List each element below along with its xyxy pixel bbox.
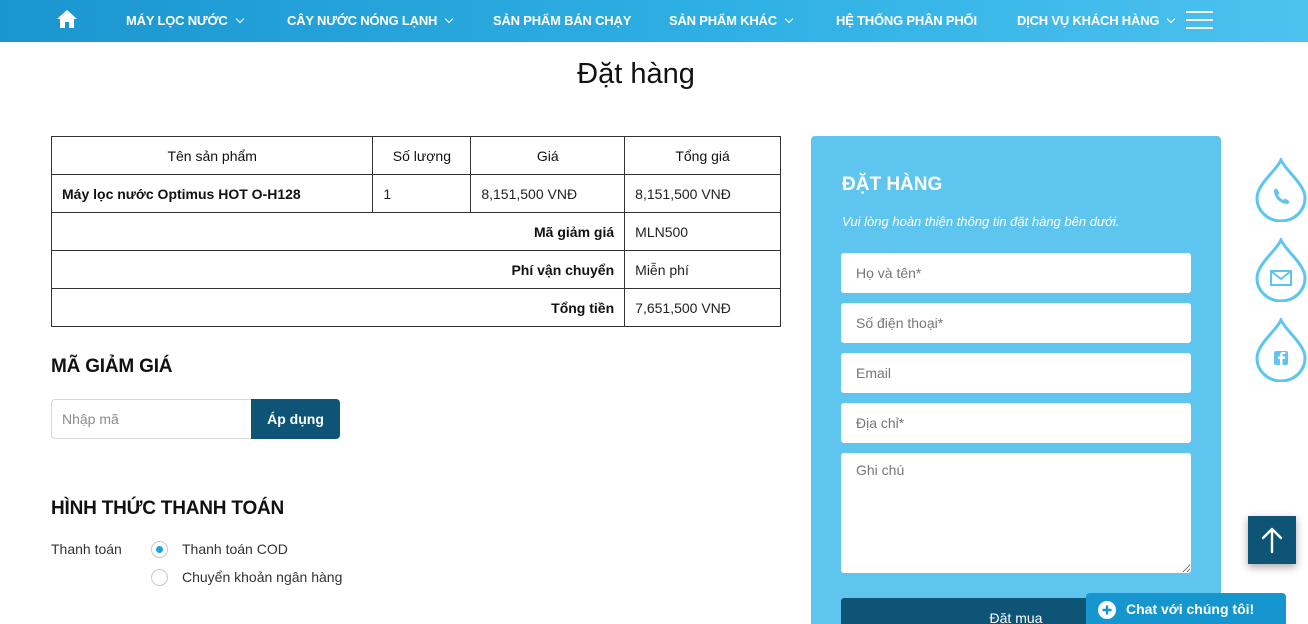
- nav-item-dich-vu-khach-hang[interactable]: DỊCH VỤ KHÁCH HÀNG: [1017, 0, 1176, 42]
- payment-option-label: Thanh toán COD: [182, 541, 288, 557]
- product-price: 8,151,500 VNĐ: [470, 174, 626, 213]
- table-row: Máy lọc nước Optimus HOT O-H128 1 8,151,…: [50, 174, 781, 213]
- column-header-price: Giá: [470, 136, 626, 175]
- payment-section-title: HÌNH THỨC THANH TOÁN: [51, 498, 285, 519]
- facebook-icon[interactable]: [1255, 318, 1307, 382]
- radio-button-selected[interactable]: [151, 541, 168, 558]
- order-form-panel: ĐẶT HÀNG Vui lòng hoàn thiện thông tin đ…: [811, 136, 1221, 624]
- order-summary-table: Tên sản phẩm Số lượng Giá Tổng giá Máy l…: [50, 136, 781, 327]
- column-header-total: Tổng giá: [624, 136, 781, 175]
- nav-item-san-pham-khac[interactable]: SẢN PHẨM KHÁC: [669, 0, 794, 42]
- summary-row-coupon: Mã giảm giá MLN500: [50, 212, 781, 251]
- summary-row-shipping: Phí vận chuyển Miễn phí: [50, 250, 781, 289]
- hamburger-menu-icon[interactable]: [1186, 11, 1213, 31]
- back-to-top-button[interactable]: [1248, 516, 1296, 564]
- product-quantity: 1: [372, 174, 472, 213]
- nav-item-san-pham-ban-chay[interactable]: SẢN PHẨM BÁN CHẠY: [493, 0, 631, 42]
- phone-field[interactable]: [841, 303, 1191, 343]
- plus-circle-icon: [1098, 601, 1116, 619]
- chevron-down-icon: [235, 14, 244, 24]
- order-form-title: ĐẶT HÀNG: [842, 174, 943, 195]
- nav-item-he-thong-phan-phoi[interactable]: HỆ THỐNG PHÂN PHỐI: [836, 0, 977, 42]
- email-field[interactable]: [841, 353, 1191, 393]
- home-icon[interactable]: [56, 9, 78, 29]
- chevron-down-icon: [784, 14, 794, 24]
- order-form-subtitle: Vui lòng hoàn thiện thông tin đặt hàng b…: [842, 214, 1120, 229]
- column-header-product: Tên sản phẩm: [50, 136, 374, 175]
- chevron-down-icon: [444, 14, 454, 24]
- summary-label: Phí vận chuyển: [50, 250, 626, 289]
- chevron-down-icon: [1167, 14, 1176, 24]
- chat-widget-button[interactable]: Chat với chúng tôi!: [1086, 593, 1286, 624]
- coupon-section-title: MÃ GIẢM GIÁ: [51, 356, 173, 377]
- radio-button[interactable]: [151, 569, 168, 586]
- mail-icon[interactable]: [1255, 238, 1307, 302]
- address-field[interactable]: [841, 403, 1191, 443]
- note-field[interactable]: [841, 453, 1191, 573]
- payment-option-label: Chuyển khoản ngân hàng: [182, 569, 343, 585]
- chat-label: Chat với chúng tôi!: [1126, 601, 1255, 617]
- nav-item-may-loc-nuoc[interactable]: MÁY LỌC NƯỚC: [126, 0, 244, 42]
- phone-icon[interactable]: [1255, 158, 1307, 222]
- page-title: Đặt hàng: [577, 58, 695, 90]
- summary-row-total: Tổng tiền 7,651,500 VNĐ: [50, 288, 781, 327]
- full-name-field[interactable]: [841, 253, 1191, 293]
- nav-item-cay-nuoc-nong-lanh[interactable]: CÂY NƯỚC NÓNG LẠNH: [287, 0, 454, 42]
- summary-value: MLN500: [624, 212, 781, 251]
- top-navigation: MÁY LỌC NƯỚC CÂY NƯỚC NÓNG LẠNH SẢN PHẨM…: [0, 0, 1308, 42]
- coupon-code-input[interactable]: [51, 399, 251, 439]
- apply-coupon-button[interactable]: Áp dụng: [251, 399, 340, 439]
- table-header-row: Tên sản phẩm Số lượng Giá Tổng giá: [50, 136, 781, 175]
- summary-label: Mã giảm giá: [50, 212, 626, 251]
- arrow-up-icon: [1261, 527, 1283, 554]
- payment-label: Thanh toán: [51, 541, 122, 557]
- summary-value: 7,651,500 VNĐ: [624, 288, 781, 327]
- column-header-quantity: Số lượng: [372, 136, 472, 175]
- product-total: 8,151,500 VNĐ: [624, 174, 781, 213]
- summary-label: Tổng tiền: [50, 288, 626, 327]
- summary-value: Miễn phí: [624, 250, 781, 289]
- product-name: Máy lọc nước Optimus HOT O-H128: [50, 174, 374, 213]
